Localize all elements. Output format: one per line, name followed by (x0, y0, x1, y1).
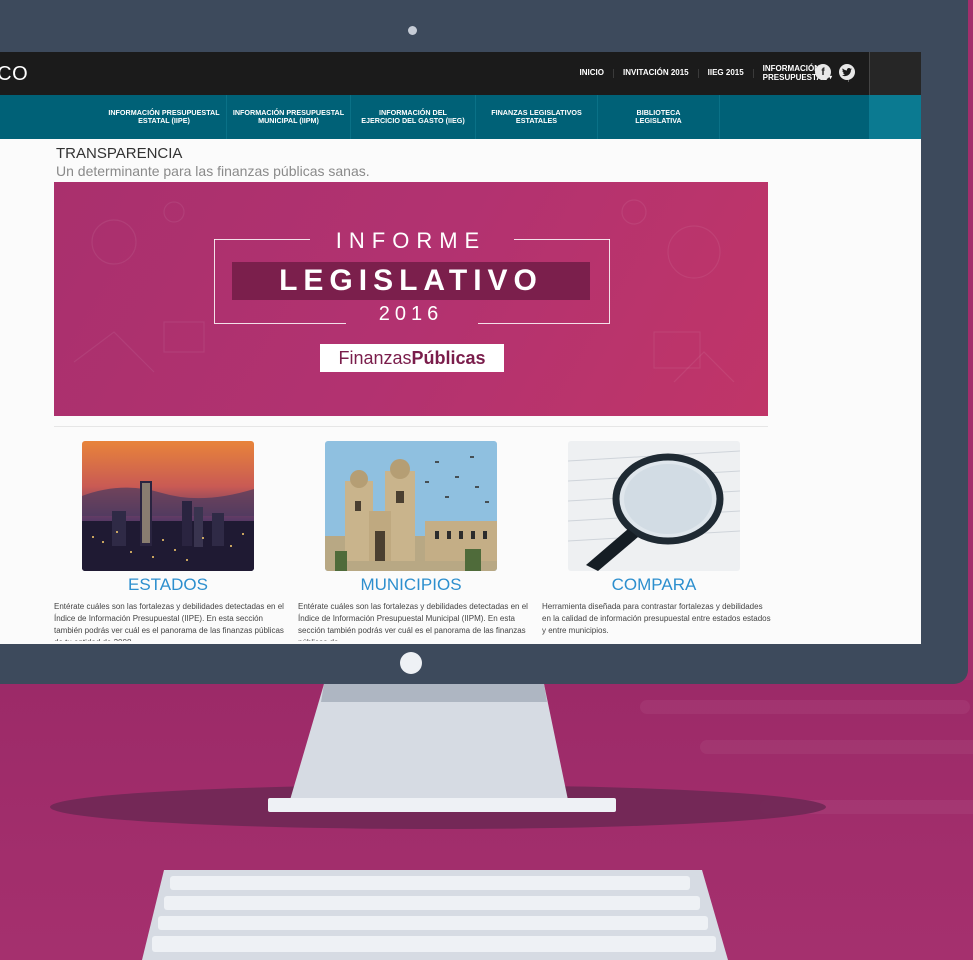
divider (54, 426, 768, 427)
twitter-icon[interactable] (839, 64, 855, 80)
banner-tag: FinanzasPúblicas (320, 344, 504, 372)
tab-biblioteca-line2: LEGISLATIVA (635, 116, 682, 125)
nav-invitacion-2015[interactable]: INVITACIÓN 2015 (614, 68, 699, 78)
municipios-title[interactable]: MUNICIPIOS (325, 575, 497, 595)
logo-text: MCO (0, 63, 29, 85)
compara-description: Herramienta diseñada para contrastar for… (542, 602, 771, 635)
background-stripe (640, 700, 970, 714)
top-bar: MCO INICIO INVITACIÓN 2015 IIEG 2015 INF… (0, 52, 921, 95)
webcam (408, 26, 417, 35)
page-subtitle: Un determinante para las finanzas públic… (56, 163, 370, 179)
site-logo[interactable]: MCO (0, 63, 28, 86)
top-bar-end (869, 52, 921, 95)
facebook-icon[interactable]: f (815, 64, 831, 80)
hero-banner[interactable]: INFORME LEGISLATIVO 2016 FinanzasPública… (54, 182, 768, 416)
tab-biblioteca-legislativa[interactable]: BIBLIOTECA LEGISLATIVA (598, 95, 720, 139)
top-nav: INICIO INVITACIÓN 2015 IIEG 2015 INFORMA… (571, 52, 849, 95)
tab-finanzas-legislativos[interactable]: FINANZAS LEGISLATIVOS ESTATALES (476, 95, 598, 139)
municipios-description: Entérate cuáles son las fortalezas y deb… (298, 602, 528, 641)
banner-title-legislativo: LEGISLATIVO (279, 264, 543, 297)
section-nav-end (869, 95, 921, 139)
estados-image[interactable] (82, 441, 254, 571)
estados-title[interactable]: ESTADOS (82, 575, 254, 595)
compara-image[interactable] (568, 441, 740, 571)
tab-iipm[interactable]: INFORMACIÓN PRESUPUESTAL MUNICIPAL (IIPM) (227, 95, 351, 139)
compara-title[interactable]: COMPARA (568, 575, 740, 595)
banner-tag-bold: Públicas (411, 348, 486, 368)
banner-tag-light: Finanzas (338, 348, 412, 368)
monitor-frame: MCO INICIO INVITACIÓN 2015 IIEG 2015 INF… (0, 0, 968, 684)
background-stripe (700, 740, 973, 754)
tab-iipe-line2: ESTATAL (IIPE) (138, 116, 190, 125)
section-nav: INFORMACIÓN PRESUPUESTAL ESTATAL (IIPE) I… (0, 95, 921, 139)
monitor-stand (268, 684, 616, 812)
municipios-image[interactable] (325, 441, 497, 571)
tab-iieg-line2: EJERCICIO DEL GASTO (IIEG) (361, 116, 465, 125)
tab-iieg[interactable]: INFORMACIÓN DEL EJERCICIO DEL GASTO (IIEG… (351, 95, 476, 139)
tab-finanzas-line2: ESTATALES (515, 116, 558, 125)
nav-iieg-2015[interactable]: IIEG 2015 (699, 68, 754, 78)
social-links: f (815, 64, 855, 80)
page-title: TRANSPARENCIA (56, 145, 183, 162)
tab-iipm-line2: MUNICIPAL (IIPM) (258, 116, 319, 125)
tab-iipe[interactable]: INFORMACIÓN PRESUPUESTAL ESTATAL (IIPE) (102, 95, 227, 139)
power-button (400, 652, 422, 674)
screen: MCO INICIO INVITACIÓN 2015 IIEG 2015 INF… (0, 52, 921, 644)
nav-inicio[interactable]: INICIO (571, 68, 614, 78)
estados-description: Entérate cuáles son las fortalezas y deb… (54, 602, 284, 641)
keyboard (142, 870, 728, 960)
banner-title-informe: INFORME (335, 228, 487, 253)
banner-year: 2016 (378, 303, 444, 325)
